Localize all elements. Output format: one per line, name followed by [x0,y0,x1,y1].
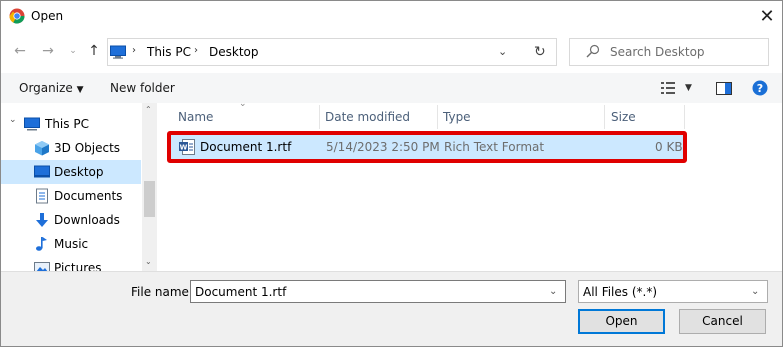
up-button[interactable]: ↑ [85,41,103,61]
window-title: Open [31,9,64,23]
file-name-label: File name: [131,285,193,299]
documents-icon [34,188,50,204]
sidebar-item-label: 3D Objects [54,141,121,155]
chevron-down-icon[interactable]: ⌄ [498,45,507,58]
search-box[interactable]: Search Desktop [569,38,769,66]
sidebar-item-label: Documents [54,189,123,203]
file-type-value: All Files (*.*) [583,285,658,299]
back-button[interactable]: ← [11,41,29,61]
sidebar-item-documents[interactable]: Documents [1,184,141,208]
highlight-box [167,131,687,163]
view-options-icon[interactable] [661,82,677,97]
sidebar-item-desktop[interactable]: Desktop [1,160,141,184]
scrollbar-thumb[interactable] [144,181,155,217]
column-header-size[interactable]: Size [604,105,684,131]
pictures-icon [34,260,50,271]
chevron-down-icon: ▼ [76,85,84,95]
breadcrumb-separator-icon: › [194,45,198,56]
sidebar-item-label: Desktop [54,165,104,179]
desktop-icon [34,164,50,180]
sidebar-item-label: Downloads [54,213,120,227]
preview-pane-icon[interactable] [716,82,732,98]
computer-icon [24,116,40,132]
close-button[interactable]: ✕ [757,7,777,27]
search-icon [586,44,600,61]
cube-icon [34,140,50,156]
breadcrumb-item-desktop[interactable]: Desktop [209,45,259,59]
sidebar-item-label: Pictures [54,261,102,271]
search-input[interactable]: Search Desktop [610,45,705,59]
chevron-down-icon[interactable]: ⌄ [751,286,759,297]
computer-icon [110,44,126,63]
view-dropdown-icon[interactable]: ▼ [685,83,692,93]
sidebar-item-this-pc[interactable]: ⌄ This PC [1,112,141,136]
address-bar[interactable]: › This PC › Desktop ⌄ [107,38,557,66]
scroll-up-icon[interactable]: ⌃ [145,105,152,114]
scroll-down-icon[interactable]: ⌄ [145,257,152,266]
organize-button[interactable]: Organize ▼ [19,81,84,95]
open-dialog: Open ✕ ← → ⌄ ↑ › This PC › Desktop ⌄ ↻ S… [0,0,783,347]
sidebar-item-downloads[interactable]: Downloads [1,208,141,232]
sidebar-item-pictures[interactable]: Pictures [1,256,141,271]
column-header-date-modified[interactable]: Date modified [319,105,437,131]
sort-indicator-icon: ⌄ [239,99,247,109]
column-separator[interactable] [684,105,685,129]
svg-text:?: ? [757,82,763,95]
sidebar-item-label: Music [54,237,89,251]
open-button[interactable]: Open [578,309,665,334]
navigation-pane: ⌄ This PC 3D Objects Desktop Documents D… [1,103,157,271]
breadcrumb-item-this-pc[interactable]: This PC [147,45,191,59]
chevron-down-icon[interactable]: ⌄ [549,286,557,297]
column-header-type[interactable]: Type [437,105,604,131]
sidebar-item-3d-objects[interactable]: 3D Objects [1,136,141,160]
download-icon [34,212,50,228]
help-icon[interactable]: ? [752,80,768,99]
breadcrumb-separator-icon: › [132,45,136,56]
file-name-field[interactable]: Document 1.rtf ⌄ [190,280,566,303]
music-icon [34,236,50,252]
file-type-select[interactable]: All Files (*.*) ⌄ [578,280,768,303]
cancel-button[interactable]: Cancel [679,309,766,334]
organize-label: Organize [19,81,73,95]
refresh-button[interactable]: ↻ [525,38,557,66]
forward-button[interactable]: → [39,41,57,61]
chrome-icon [9,8,25,27]
title-bar: Open ✕ [1,1,782,32]
chevron-down-icon[interactable]: ⌄ [9,115,17,125]
new-folder-button[interactable]: New folder [110,81,175,95]
refresh-icon: ↻ [534,44,546,60]
recent-locations-button[interactable]: ⌄ [64,41,82,61]
file-name-value: Document 1.rtf [195,285,287,299]
column-header-name[interactable]: Name ⌄ [169,99,319,131]
sidebar-item-label: This PC [45,117,89,131]
sidebar-item-music[interactable]: Music [1,232,141,256]
